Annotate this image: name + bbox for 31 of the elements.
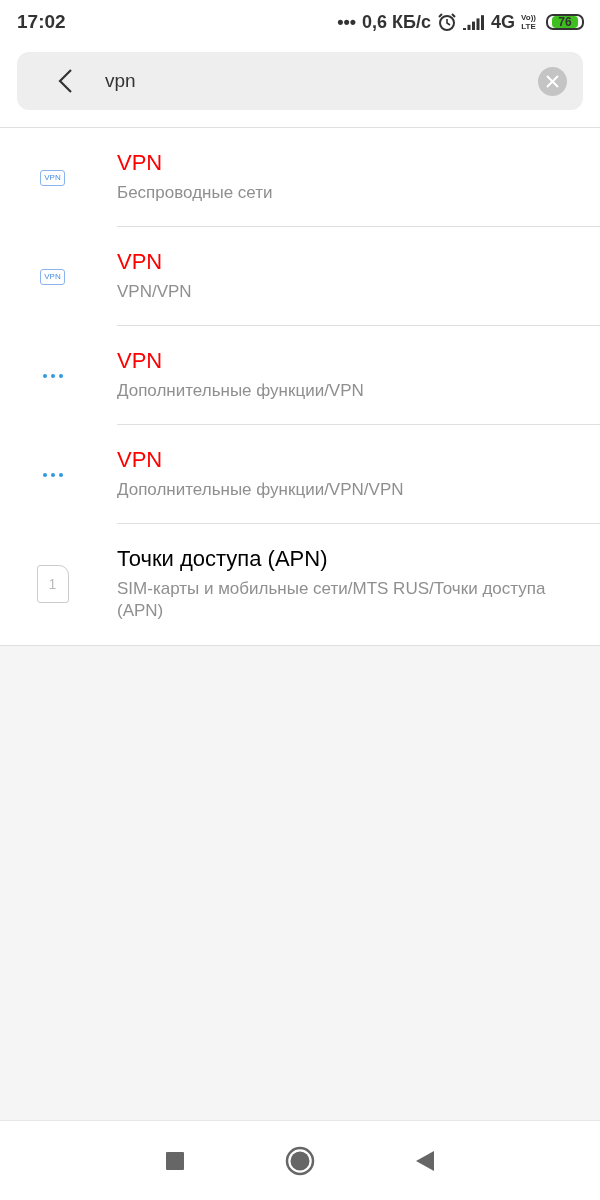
more-icon	[41, 471, 64, 478]
battery-icon: 76	[546, 14, 584, 30]
alarm-clock-icon	[437, 12, 457, 32]
status-time: 17:02	[17, 11, 67, 33]
result-title[interactable]: VPN	[117, 150, 580, 176]
result-path: Дополнительные функции/VPN/VPN	[117, 479, 405, 502]
result-title[interactable]: Точки доступа (APN)	[117, 546, 580, 573]
close-icon	[546, 74, 559, 88]
result-title[interactable]: VPN	[117, 348, 580, 375]
result-path: SIM-карты и мобильные сети/MTS RUS/Точки доступа (APN)	[117, 578, 547, 623]
signal-icon	[463, 14, 485, 30]
search-bar[interactable]: vpn	[17, 52, 583, 110]
result-title[interactable]: VPN	[117, 447, 580, 474]
back-icon	[57, 68, 73, 94]
result-path: Дополнительные функции/VPN	[117, 380, 365, 403]
back-nav-button[interactable]	[415, 1149, 435, 1172]
network-type: 4G	[491, 11, 516, 33]
more-icon	[41, 372, 64, 379]
vpn-icon: VPN	[40, 268, 65, 285]
result-title[interactable]: VPN	[117, 249, 580, 276]
sim-card-icon: 1	[36, 565, 69, 604]
status-dots: •••	[337, 11, 357, 33]
result-path: Беспроводные сети	[117, 182, 274, 204]
home-button[interactable]	[285, 1145, 315, 1176]
result-path: VPN/VPN	[117, 281, 193, 304]
recents-button[interactable]	[165, 1150, 185, 1171]
vpn-icon: VPN	[40, 169, 65, 186]
volte-indicator: Vo)) LTE	[521, 13, 536, 31]
search-field[interactable]: vpn	[103, 69, 538, 93]
back-button[interactable]	[57, 68, 73, 94]
network-speed: 0,6 КБ/с	[362, 11, 431, 33]
